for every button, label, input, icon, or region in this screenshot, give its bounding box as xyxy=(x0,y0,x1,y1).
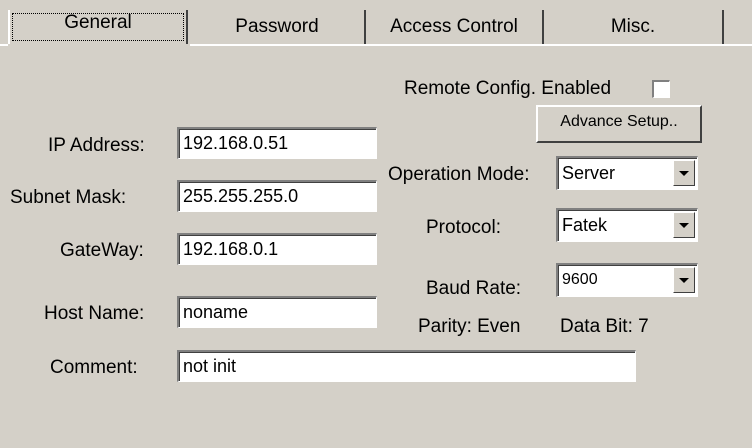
protocol-label: Protocol: xyxy=(426,217,501,238)
chevron-down-icon[interactable] xyxy=(673,212,695,238)
tab-general[interactable]: General xyxy=(8,10,188,44)
tab-misc[interactable]: Misc. xyxy=(544,10,724,44)
tab-misc-label: Misc. xyxy=(610,16,656,37)
remote-config-label: Remote Config. Enabled xyxy=(404,78,612,99)
chevron-down-icon[interactable] xyxy=(673,267,695,293)
comment-field[interactable]: not init xyxy=(177,350,636,382)
parity-text: Parity: Even xyxy=(418,316,521,337)
tab-password[interactable]: Password xyxy=(190,10,366,44)
protocol-select[interactable]: Fatek xyxy=(556,208,698,242)
chevron-down-icon[interactable] xyxy=(673,160,695,186)
operation-mode-select[interactable]: Server xyxy=(556,156,698,190)
tab-password-label: Password xyxy=(235,16,319,37)
tab-general-label: General xyxy=(64,12,132,33)
subnet-mask-label: Subnet Mask: xyxy=(10,187,127,208)
remote-config-checkbox[interactable] xyxy=(652,80,670,98)
advance-setup-label: Advance Setup.. xyxy=(560,113,678,130)
subnet-mask-field[interactable]: 255.255.255.0 xyxy=(177,180,377,212)
baud-rate-label: Baud Rate: xyxy=(426,278,522,299)
baud-rate-select[interactable]: 9600 xyxy=(556,263,698,297)
ip-address-label: IP Address: xyxy=(48,135,145,156)
protocol-value: Fatek xyxy=(562,215,608,235)
operation-mode-value: Server xyxy=(562,163,616,183)
host-name-label: Host Name: xyxy=(44,303,145,324)
tab-strip: General Password Access Control Misc. xyxy=(0,0,752,46)
host-name-field[interactable]: noname xyxy=(177,296,377,328)
tab-baseline-left xyxy=(0,44,8,46)
gateway-label: GateWay: xyxy=(60,240,144,261)
comment-label: Comment: xyxy=(50,357,138,378)
tab-access-control-label: Access Control xyxy=(390,16,518,37)
tab-baseline-right xyxy=(190,44,752,46)
ip-address-field[interactable]: 192.168.0.51 xyxy=(177,127,377,159)
operation-mode-label: Operation Mode: xyxy=(388,164,530,185)
tab-access-control[interactable]: Access Control xyxy=(366,10,544,44)
data-bit-text: Data Bit: 7 xyxy=(560,316,649,337)
advance-setup-button[interactable]: Advance Setup.. xyxy=(536,105,702,143)
gateway-field[interactable]: 192.168.0.1 xyxy=(177,233,377,265)
baud-rate-value: 9600 xyxy=(562,271,598,288)
